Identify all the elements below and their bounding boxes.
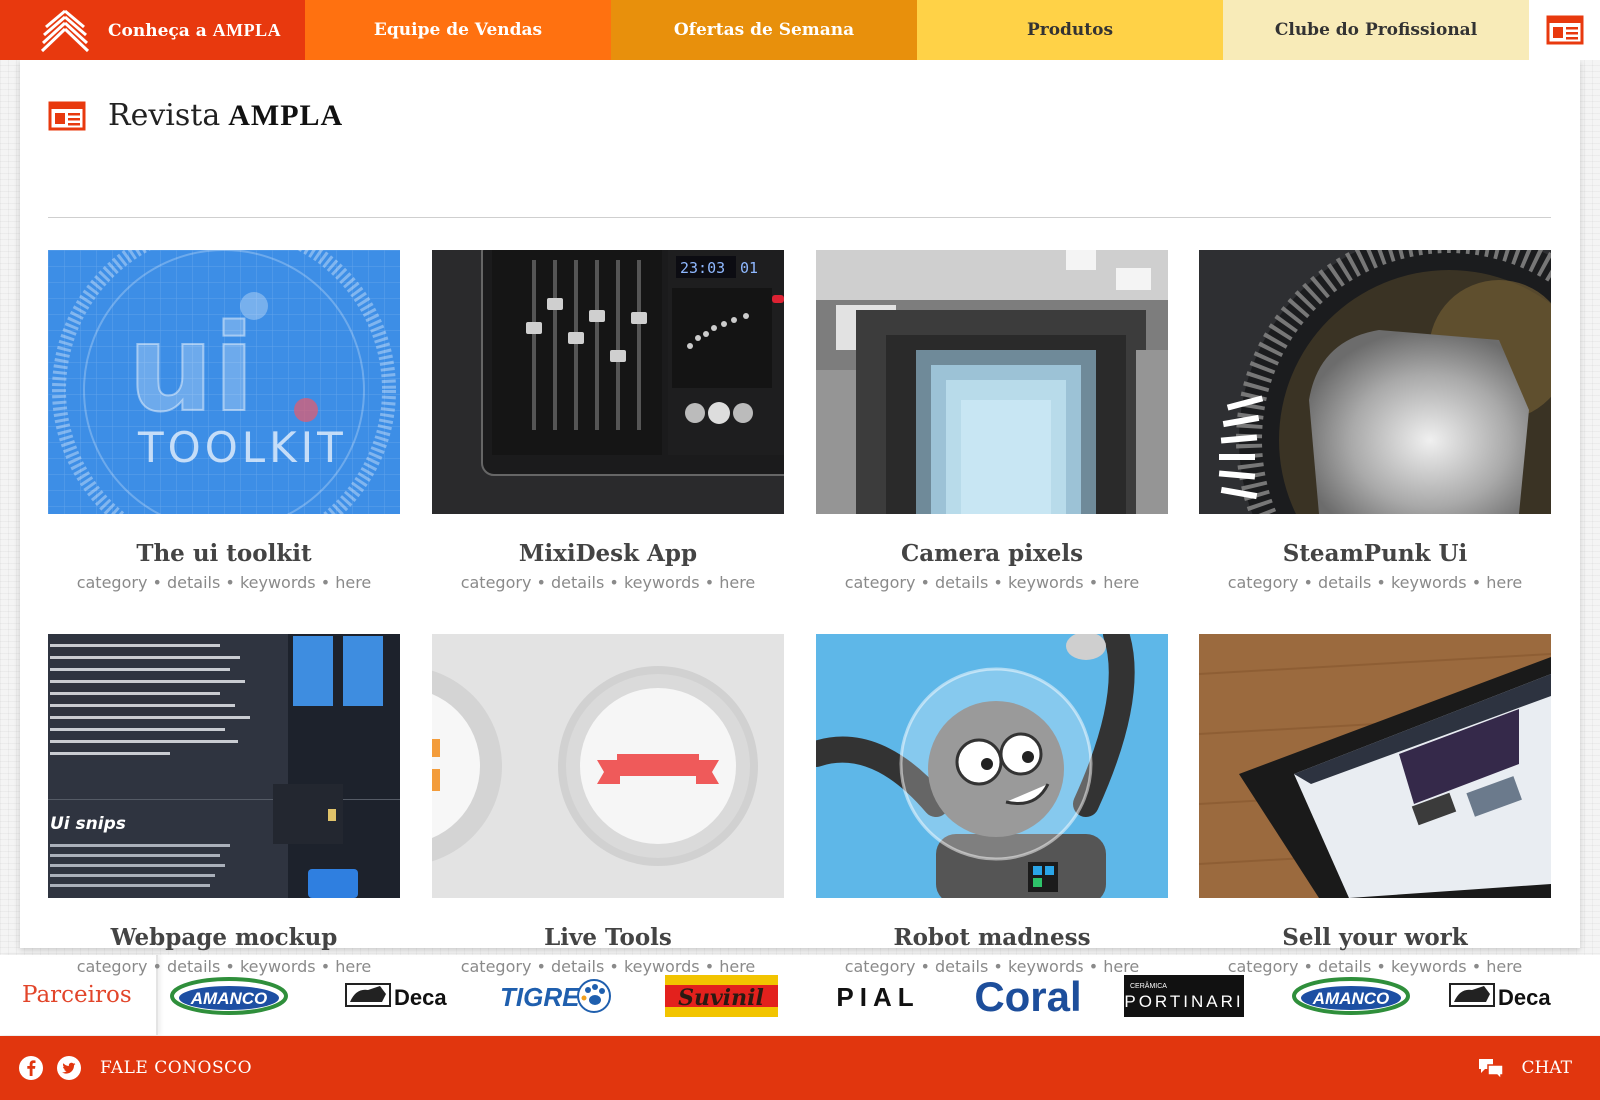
article-card: Live Tools category • details • keywords… bbox=[432, 634, 784, 976]
nav-brand-label: Conheça a AMPLA bbox=[108, 19, 282, 41]
article-title[interactable]: Robot madness bbox=[816, 924, 1168, 951]
twitter-icon[interactable] bbox=[56, 1055, 82, 1081]
toolkit-big-letters: ui bbox=[128, 300, 255, 439]
article-card: Camera pixels category • details • keywo… bbox=[816, 250, 1168, 592]
partner-logo-amanco[interactable]: AMANCO bbox=[170, 968, 288, 1024]
article-thumbnail[interactable]: 23:03 01 bbox=[432, 250, 784, 514]
nav-tab-conheca-ampla[interactable]: Conheça a AMPLA bbox=[0, 0, 305, 60]
article-meta: category • details • keywords • here bbox=[1227, 573, 1523, 592]
article-card: SteamPunk Ui category • details • keywor… bbox=[1199, 250, 1551, 592]
magazine-nav-button[interactable] bbox=[1529, 0, 1600, 60]
article-meta: category • details • keywords • here bbox=[844, 573, 1140, 592]
article-card: Sell your work category • details • keyw… bbox=[1199, 634, 1551, 976]
chat-button[interactable]: CHAT bbox=[1477, 1056, 1572, 1080]
svg-text:PORTINARI: PORTINARI bbox=[1124, 992, 1243, 1011]
partner-logo-amanco-2[interactable]: AMANCO bbox=[1292, 968, 1410, 1024]
article-card: Robot madness category • details • keywo… bbox=[816, 634, 1168, 976]
top-navigation: Conheça a AMPLA Equipe de Vendas Ofertas… bbox=[0, 0, 1600, 60]
nav-tab-ofertas-de-semana[interactable]: Ofertas de Semana bbox=[611, 0, 917, 60]
facebook-icon[interactable] bbox=[18, 1055, 44, 1081]
mixidesk-clock: 23:03 bbox=[680, 259, 725, 277]
chat-bubbles-icon bbox=[1479, 1059, 1505, 1080]
article-meta: category • details • keywords • here bbox=[460, 957, 756, 976]
page-title-prefix: Revista bbox=[108, 98, 221, 133]
svg-text:Deca: Deca bbox=[1498, 985, 1551, 1010]
partner-logo-tigre[interactable]: TIGRE bbox=[498, 968, 614, 1024]
article-title[interactable]: SteamPunk Ui bbox=[1199, 540, 1551, 567]
title-divider bbox=[48, 217, 1551, 218]
svg-text:TIGRE: TIGRE bbox=[500, 982, 580, 1012]
svg-text:CERÂMICA: CERÂMICA bbox=[1130, 981, 1167, 990]
mockup-heading: Ui snips bbox=[50, 814, 126, 834]
svg-text:Coral: Coral bbox=[974, 973, 1081, 1020]
newspaper-icon bbox=[48, 101, 86, 130]
article-title[interactable]: Webpage mockup bbox=[48, 924, 400, 951]
svg-text:Deca: Deca bbox=[394, 985, 447, 1010]
article-thumbnail[interactable] bbox=[816, 250, 1168, 514]
article-thumbnail[interactable]: Ui snips bbox=[48, 634, 400, 898]
article-card: 23:03 01 MixiDesk App category • details… bbox=[432, 250, 784, 592]
toolkit-word: TOOLKIT bbox=[137, 423, 347, 472]
page-title-brand: AMPLA bbox=[228, 99, 344, 132]
article-title[interactable]: The ui toolkit bbox=[48, 540, 400, 567]
magazine-panel: Revista AMPLA ui TOOLKIT The ui toolkit … bbox=[20, 60, 1580, 976]
article-thumbnail[interactable]: ui TOOLKIT bbox=[48, 250, 400, 514]
contact-link[interactable]: FALE CONOSCO bbox=[100, 1058, 252, 1078]
nav-tab-clube-do-profissional[interactable]: Clube do Profissional bbox=[1223, 0, 1529, 60]
ampla-logo-icon bbox=[40, 9, 90, 53]
article-thumbnail[interactable] bbox=[432, 634, 784, 898]
article-card: ui TOOLKIT The ui toolkit category • det… bbox=[48, 250, 400, 592]
newspaper-icon bbox=[1546, 15, 1583, 45]
article-title[interactable]: MixiDesk App bbox=[432, 540, 784, 567]
article-meta: category • details • keywords • here bbox=[76, 957, 372, 976]
article-title[interactable]: Live Tools bbox=[432, 924, 784, 951]
svg-text:AMANCO: AMANCO bbox=[1312, 989, 1390, 1008]
article-title[interactable]: Camera pixels bbox=[816, 540, 1168, 567]
partner-logo-pial[interactable]: PIAL bbox=[820, 968, 936, 1024]
chat-label: CHAT bbox=[1521, 1058, 1572, 1078]
mixidesk-count: 01 bbox=[740, 259, 758, 277]
page-title: Revista AMPLA bbox=[48, 98, 343, 133]
article-thumbnail[interactable] bbox=[816, 634, 1168, 898]
article-thumbnail[interactable] bbox=[1199, 634, 1551, 898]
article-thumbnail[interactable] bbox=[1199, 250, 1551, 514]
partner-logo-suvinil[interactable]: Suvinil bbox=[665, 968, 778, 1024]
nav-tab-produtos[interactable]: Produtos bbox=[917, 0, 1223, 60]
partner-logo-coral[interactable]: Coral bbox=[970, 968, 1086, 1024]
partner-logo-portinari[interactable]: CERÂMICA PORTINARI bbox=[1124, 968, 1244, 1024]
footer-bar: FALE CONOSCO CHAT bbox=[0, 1036, 1600, 1100]
article-meta: category • details • keywords • here bbox=[844, 957, 1140, 976]
article-meta: category • details • keywords • here bbox=[76, 573, 372, 592]
nav-tab-equipe-de-vendas[interactable]: Equipe de Vendas bbox=[305, 0, 611, 60]
social-links bbox=[18, 1055, 82, 1081]
article-meta: category • details • keywords • here bbox=[460, 573, 756, 592]
article-title[interactable]: Sell your work bbox=[1199, 924, 1551, 951]
svg-text:Suvinil: Suvinil bbox=[678, 985, 764, 1011]
partner-logo-deca[interactable]: Deca bbox=[342, 968, 458, 1024]
svg-text:PIAL: PIAL bbox=[836, 982, 919, 1012]
article-meta: category • details • keywords • here bbox=[1227, 957, 1523, 976]
svg-text:AMANCO: AMANCO bbox=[190, 989, 268, 1008]
article-card: Ui snips Webpage mockup category • detai… bbox=[48, 634, 400, 976]
partner-logo-deca-2[interactable]: Deca bbox=[1446, 968, 1562, 1024]
